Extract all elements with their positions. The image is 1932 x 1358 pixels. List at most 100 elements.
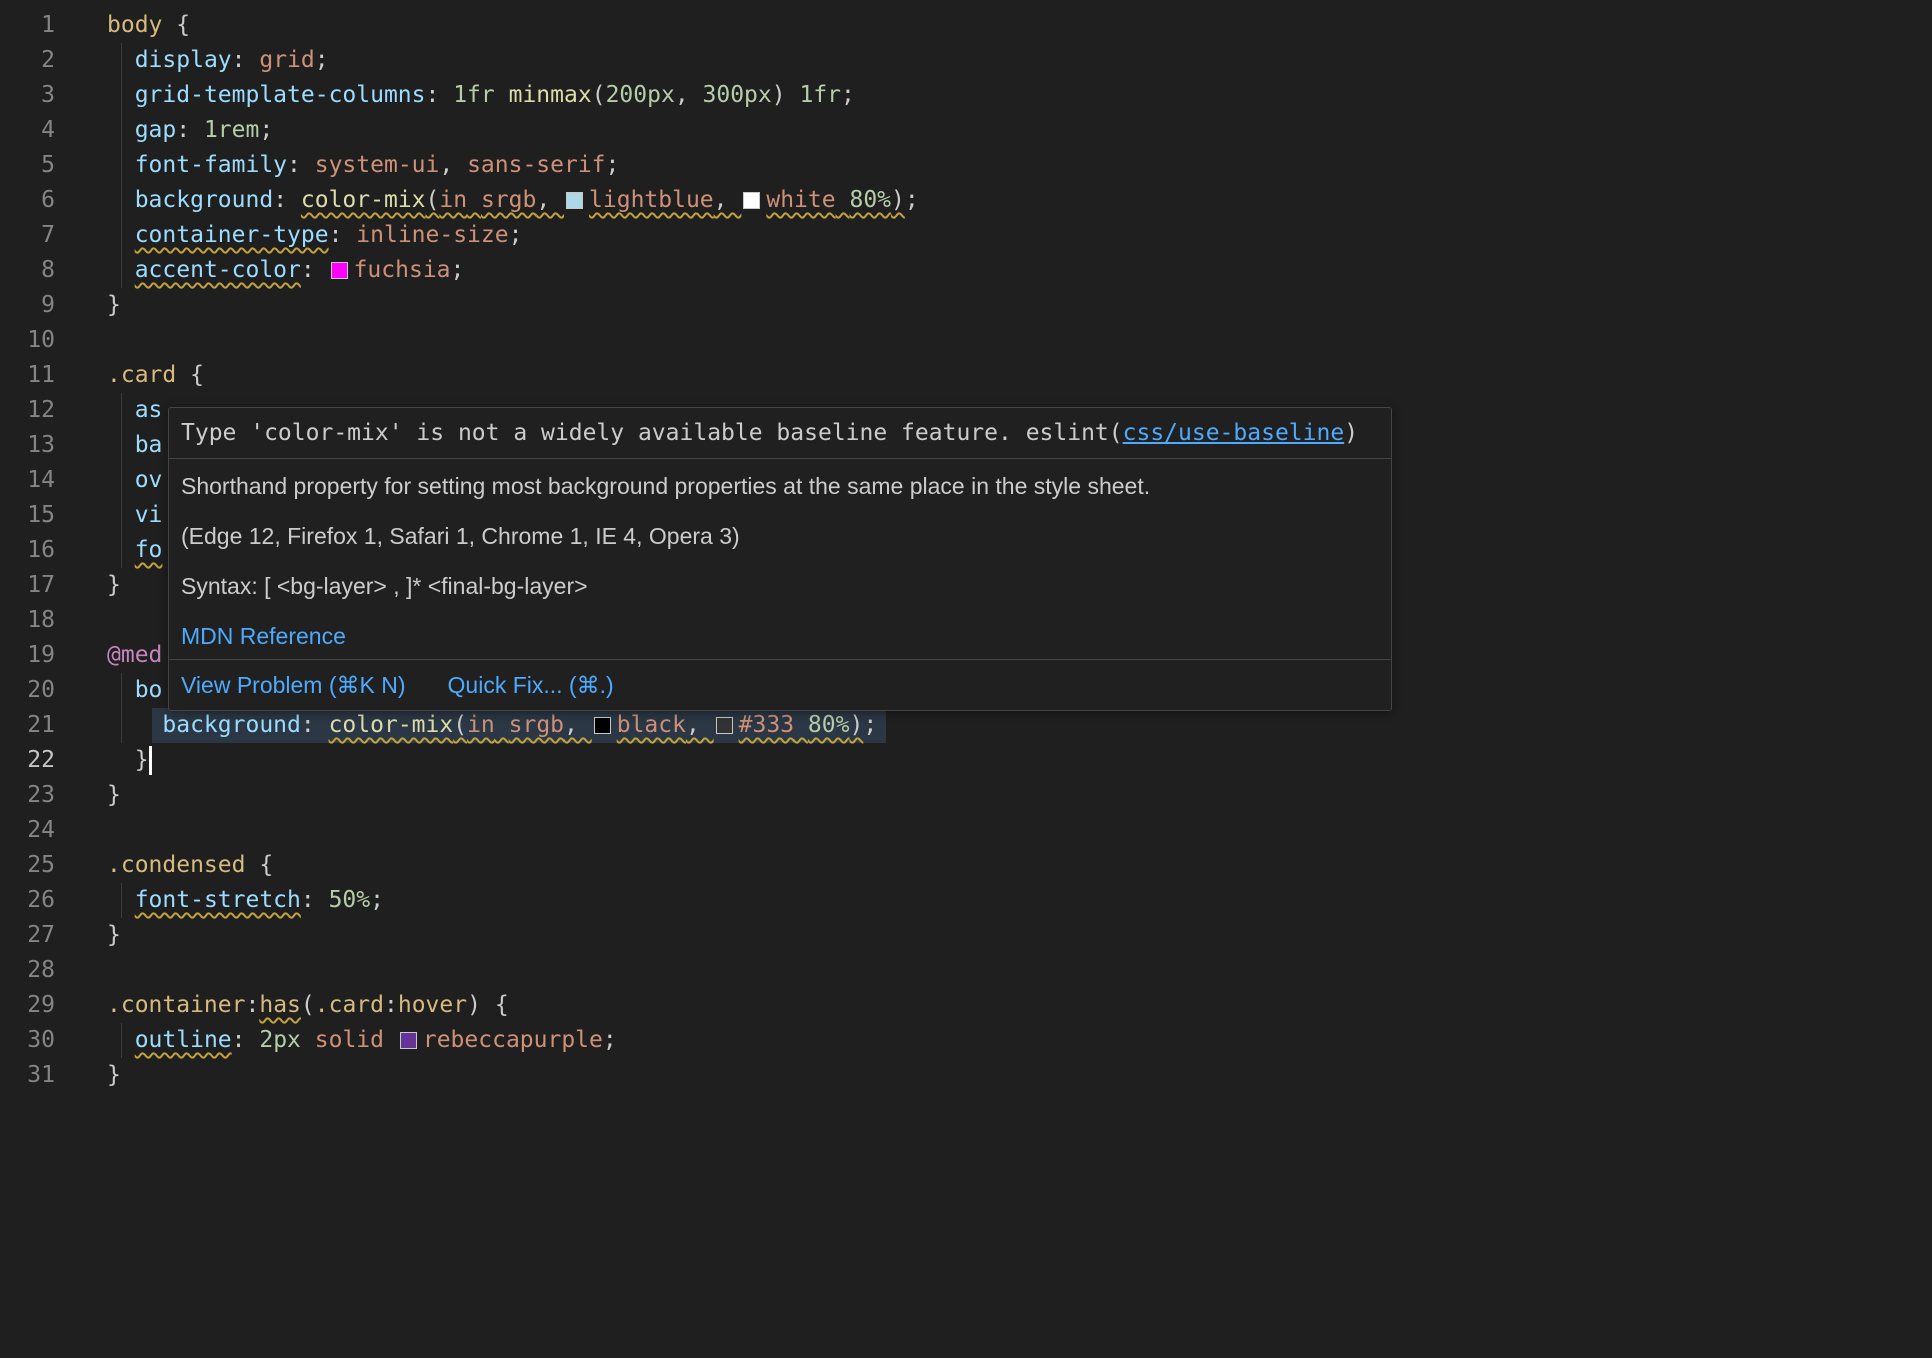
code-line[interactable]: 25.condensed {: [0, 848, 1932, 883]
line-number[interactable]: 15: [0, 498, 55, 533]
line-number[interactable]: 2: [0, 43, 55, 78]
line-number[interactable]: 17: [0, 568, 55, 603]
line-number[interactable]: 26: [0, 883, 55, 918]
code-token: [836, 187, 850, 213]
line-number[interactable]: 20: [0, 673, 55, 708]
code-token: has: [259, 992, 301, 1018]
color-swatch[interactable]: [566, 192, 583, 209]
code-token: [107, 677, 135, 703]
code-line[interactable]: 27}: [0, 918, 1932, 953]
line-number[interactable]: 3: [0, 78, 55, 113]
code-line[interactable]: 30 outline: 2px solid rebeccapurple;: [0, 1023, 1932, 1058]
code-line[interactable]: 8 accent-color: fuchsia;: [0, 253, 1932, 288]
line-number[interactable]: 5: [0, 148, 55, 183]
code-token: :: [301, 712, 329, 738]
line-number[interactable]: 30: [0, 1023, 55, 1058]
color-swatch[interactable]: [743, 192, 760, 209]
line-number[interactable]: 1: [0, 8, 55, 43]
line-number[interactable]: 14: [0, 463, 55, 498]
code-line[interactable]: 28: [0, 953, 1932, 988]
code-line[interactable]: 10: [0, 323, 1932, 358]
line-number[interactable]: 21: [0, 708, 55, 743]
line-number[interactable]: 31: [0, 1058, 55, 1093]
line-number[interactable]: 4: [0, 113, 55, 148]
line-number[interactable]: 9: [0, 288, 55, 323]
line-number[interactable]: 24: [0, 813, 55, 848]
code-line[interactable]: 23}: [0, 778, 1932, 813]
code-editor[interactable]: 1body {2 display: grid;3 grid-template-c…: [0, 0, 1932, 1358]
code-token: background: [162, 712, 300, 738]
line-number[interactable]: 19: [0, 638, 55, 673]
line-number[interactable]: 8: [0, 253, 55, 288]
line-number[interactable]: 28: [0, 953, 55, 988]
code-text: accent-color: fuchsia;: [55, 253, 464, 288]
code-text: fo: [55, 533, 162, 568]
code-line[interactable]: 26 font-stretch: 50%;: [0, 883, 1932, 918]
color-swatch[interactable]: [400, 1032, 417, 1049]
code-line[interactable]: 1body {: [0, 8, 1932, 43]
code-line[interactable]: 2 display: grid;: [0, 43, 1932, 78]
line-number[interactable]: 13: [0, 428, 55, 463]
code-line[interactable]: 4 gap: 1rem;: [0, 113, 1932, 148]
code-line[interactable]: 24: [0, 813, 1932, 848]
code-line[interactable]: 22 }: [0, 743, 1932, 778]
code-line[interactable]: 5 font-family: system-ui, sans-serif;: [0, 148, 1932, 183]
quick-fix-action[interactable]: Quick Fix... (⌘.): [448, 670, 614, 700]
code-line[interactable]: 31}: [0, 1058, 1932, 1093]
code-text: as: [55, 393, 162, 428]
line-number[interactable]: 22: [0, 743, 55, 778]
doc-syntax: Syntax: [ <bg-layer> , ]* <final-bg-laye…: [181, 571, 1379, 601]
line-number[interactable]: 16: [0, 533, 55, 568]
code-line[interactable]: 29.container:has(.card:hover) {: [0, 988, 1932, 1023]
code-line[interactable]: 6 background: color-mix(in srgb, lightbl…: [0, 183, 1932, 218]
code-line[interactable]: 9}: [0, 288, 1932, 323]
color-swatch[interactable]: [594, 717, 611, 734]
code-token: [794, 712, 808, 738]
line-number[interactable]: 23: [0, 778, 55, 813]
line-number[interactable]: 10: [0, 323, 55, 358]
line-number[interactable]: 7: [0, 218, 55, 253]
code-line[interactable]: 7 container-type: inline-size;: [0, 218, 1932, 253]
diagnostic-text: Type 'color-mix' is not a widely availab…: [181, 420, 1026, 446]
code-token: srgb: [481, 187, 536, 213]
code-text: [55, 953, 107, 988]
code-token: in: [467, 712, 495, 738]
code-token: #333: [739, 712, 794, 738]
code-token: hover: [398, 992, 467, 1018]
warning-squiggle-range: color-mix(in srgb, lightblue, white 80%): [301, 187, 905, 213]
code-token: :: [232, 47, 260, 73]
code-line[interactable]: 21 background: color-mix(in srgb, black,…: [0, 708, 1932, 743]
code-token: white: [766, 187, 835, 213]
code-token: as: [135, 397, 163, 423]
view-problem-action[interactable]: View Problem (⌘K N): [181, 670, 406, 700]
mdn-reference-link[interactable]: MDN Reference: [181, 623, 346, 649]
code-text: gap: 1rem;: [55, 113, 273, 148]
code-token: [107, 117, 135, 143]
line-number[interactable]: 25: [0, 848, 55, 883]
diagnostic-rule-link[interactable]: css/use-baseline: [1123, 420, 1345, 446]
code-token: ): [467, 992, 481, 1018]
code-token: 200px: [606, 82, 675, 108]
code-line[interactable]: 3 grid-template-columns: 1fr minmax(200p…: [0, 78, 1932, 113]
code-token: color-mix: [301, 187, 426, 213]
code-token: (: [426, 187, 440, 213]
code-text: font-family: system-ui, sans-serif;: [55, 148, 619, 183]
color-swatch[interactable]: [716, 717, 733, 734]
line-number[interactable]: 29: [0, 988, 55, 1023]
code-token: ;: [259, 117, 273, 143]
hover-tooltip: Type 'color-mix' is not a widely availab…: [168, 407, 1392, 711]
code-text: [55, 813, 107, 848]
line-number[interactable]: 18: [0, 603, 55, 638]
code-token: vi: [135, 502, 163, 528]
line-number[interactable]: 11: [0, 358, 55, 393]
code-token: }: [107, 572, 121, 598]
text-cursor: [149, 746, 152, 775]
code-line[interactable]: 11.card {: [0, 358, 1932, 393]
code-token: outline: [135, 1027, 232, 1053]
code-token: (: [453, 712, 467, 738]
code-token: [495, 82, 509, 108]
line-number[interactable]: 6: [0, 183, 55, 218]
line-number[interactable]: 12: [0, 393, 55, 428]
line-number[interactable]: 27: [0, 918, 55, 953]
color-swatch[interactable]: [331, 262, 348, 279]
